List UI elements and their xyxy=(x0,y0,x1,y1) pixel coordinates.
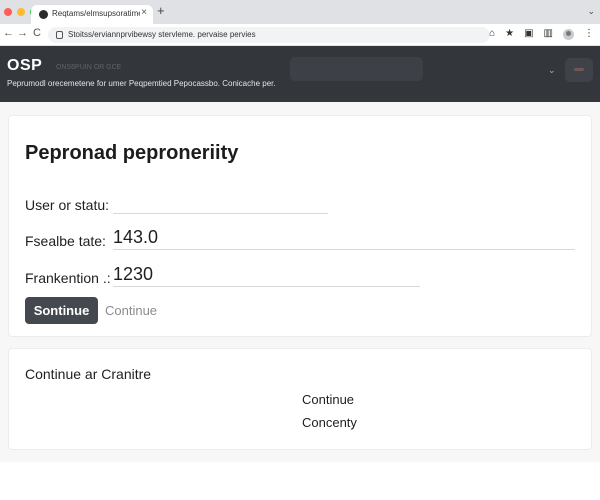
app-subtitle: Peprumodl orecemetene for umer Peqpemtie… xyxy=(7,79,276,88)
profile-avatar-icon[interactable] xyxy=(563,28,574,40)
back-arrow-icon[interactable]: ← xyxy=(3,27,14,39)
chevron-down-icon[interactable]: ⌄ xyxy=(548,65,556,76)
lock-icon xyxy=(56,31,63,39)
app-header: OSP ONS6PUIN OR GCE Peprumodl orecemeten… xyxy=(0,46,600,102)
main-content: Pepronad peproneriity User or statu: Fse… xyxy=(0,102,600,462)
page-title: Pepronad peproneriity xyxy=(25,142,239,164)
header-user-button[interactable] xyxy=(565,58,593,82)
user-status-input[interactable] xyxy=(113,194,328,214)
list-item[interactable]: Concenty xyxy=(302,415,357,430)
app-logo[interactable]: OSP xyxy=(7,57,42,75)
favicon-icon xyxy=(39,10,48,19)
field-label-user-status: User or statu: xyxy=(25,197,110,213)
window-close-button[interactable] xyxy=(4,8,12,16)
continue-link[interactable]: Continue xyxy=(105,303,157,318)
frankention-input[interactable] xyxy=(113,263,420,287)
browser-toolbar: ← → C Stoitss/erviannprvibewsy stervleme… xyxy=(0,24,600,46)
address-bar[interactable]: Stoitss/erviannprvibewsy stervleme. perv… xyxy=(48,27,490,43)
field-label-fsealbe-tate: Fsealbe tate: xyxy=(25,233,106,249)
address-bar-url[interactable]: Stoitss/erviannprvibewsy stervleme. perv… xyxy=(68,30,256,39)
kebab-menu-icon[interactable]: ⋮ xyxy=(584,28,594,40)
tab-close-icon[interactable]: × xyxy=(141,7,147,18)
header-search-field[interactable] xyxy=(290,57,423,81)
reload-icon[interactable]: C xyxy=(33,27,41,39)
continue-button[interactable]: Sontinue xyxy=(25,297,98,324)
share-icon[interactable]: ⌂ xyxy=(489,28,495,40)
fsealbe-tate-input[interactable] xyxy=(113,226,575,250)
toolbar-icons: ⌂ ★ ▣ ▥ ⋮ xyxy=(489,28,594,40)
tab-title: Reqtams/elmsupsoratime xyxy=(52,9,140,18)
star-bookmark-icon[interactable]: ★ xyxy=(505,28,514,40)
secondary-card: Continue ar Cranitre Continue Concenty xyxy=(8,348,592,450)
field-label-frankention: Frankention .: xyxy=(25,270,111,286)
forward-arrow-icon[interactable]: → xyxy=(17,27,28,39)
page-footer xyxy=(0,462,600,500)
header-faint-text: ONS6PUIN OR GCE xyxy=(56,64,122,71)
list-item[interactable]: Continue xyxy=(302,392,354,407)
window-minimize-button[interactable] xyxy=(17,8,25,16)
new-tab-icon[interactable]: + xyxy=(157,4,165,17)
browser-tab-bar: Reqtams/elmsupsoratime × + ⌄ xyxy=(0,0,600,24)
browser-tab[interactable]: Reqtams/elmsupsoratime × xyxy=(31,5,153,24)
secondary-card-heading: Continue ar Cranitre xyxy=(25,366,152,382)
tab-search-icon[interactable]: ▣ xyxy=(524,28,533,40)
sidebar-icon[interactable]: ▥ xyxy=(544,28,553,40)
tab-list-chevron-icon[interactable]: ⌄ xyxy=(587,6,595,17)
form-card: Pepronad peproneriity User or statu: Fse… xyxy=(8,115,592,337)
